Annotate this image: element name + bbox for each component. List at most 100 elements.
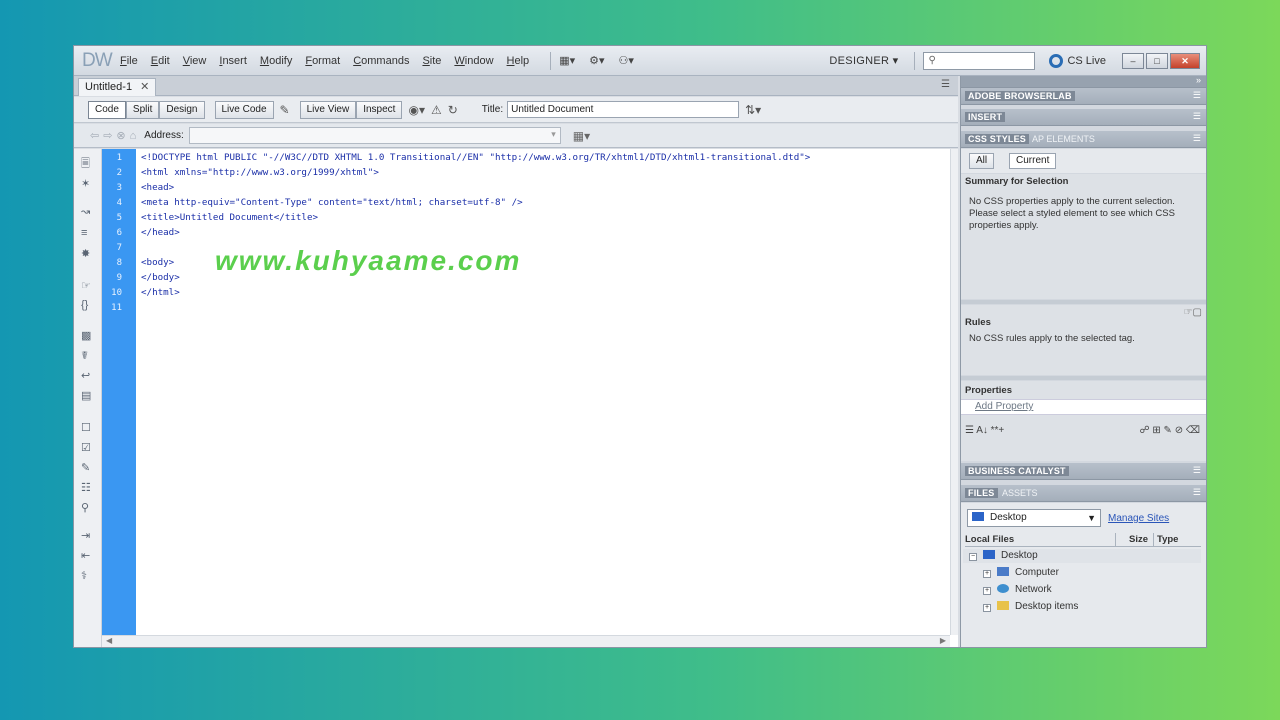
column-size[interactable]: Size — [1129, 534, 1148, 546]
code-line[interactable]: <head> — [141, 182, 174, 193]
settings-icon[interactable]: ⚙▾ — [589, 54, 604, 67]
remove-comment-icon[interactable]: ☑ — [81, 441, 91, 454]
panel-menu-icon[interactable]: ☰ — [1193, 90, 1201, 101]
tree-item-desktop[interactable]: − Desktop — [969, 550, 1038, 561]
menu-window[interactable]: Window — [454, 55, 493, 67]
close-tab-icon[interactable]: ✕ — [140, 81, 149, 93]
panel-collapse-bar[interactable]: » — [961, 75, 1206, 88]
outdent-icon[interactable]: ⇤ — [81, 549, 90, 562]
menu-modify[interactable]: Modify — [260, 55, 292, 67]
tab-files[interactable]: FILES — [965, 488, 998, 498]
wrap-tag-icon[interactable]: ✎ — [81, 461, 90, 474]
indent-icon[interactable]: ⇥ — [81, 529, 90, 542]
panel-menu-icon[interactable]: ☰ — [1193, 465, 1201, 476]
code-line[interactable]: </body> — [141, 272, 180, 283]
collapse-selection-icon[interactable]: ≡ — [81, 227, 87, 239]
panel-menu-icon[interactable]: ☰ — [1193, 111, 1201, 122]
collapse-tag-icon[interactable]: ↝ — [81, 205, 90, 218]
back-forward-icons[interactable]: ⇦⇨⊗⌂ — [90, 129, 140, 142]
inspect-button[interactable]: Inspect — [356, 100, 403, 119]
property-view-icons[interactable]: ☰ A↓ **+ — [965, 425, 1004, 436]
site-icon[interactable]: ⚇▾ — [619, 54, 634, 67]
code-line[interactable]: </html> — [141, 287, 180, 298]
tab-assets[interactable]: ASSETS — [999, 488, 1041, 498]
show-code-navigator-icon[interactable]: ✶ — [81, 177, 90, 190]
tab-ap-elements[interactable]: AP ELEMENTS — [1029, 134, 1098, 144]
select-parent-tag-icon[interactable]: ☞ — [81, 279, 91, 292]
recent-snippets-icon[interactable]: ☷ — [81, 481, 91, 494]
column-type[interactable]: Type — [1157, 534, 1178, 546]
menu-insert[interactable]: Insert — [219, 55, 247, 67]
check-page-icon[interactable]: ⚠ — [431, 103, 442, 117]
code-view[interactable]: 🗏 ✶ ↝ ≡ ✸ ☞ {} ▩ ☤ ↩ ▤ ☐ ☑ ✎ ☷ ⚲ ⇥ ⇤ ⚕ 1… — [74, 149, 958, 647]
menu-view[interactable]: View — [183, 55, 207, 67]
vertical-scrollbar[interactable] — [950, 149, 958, 635]
split-view-button[interactable]: Split — [125, 100, 160, 119]
browser-preview-icon[interactable]: ◉▾ — [408, 103, 425, 117]
css-action-icons[interactable]: ☍ ⊞ ✎ ⊘ ⌫ — [1139, 425, 1200, 436]
css-all-button[interactable]: All — [969, 153, 995, 169]
site-select[interactable]: Desktop ▼ — [967, 509, 1101, 527]
layout-icon[interactable]: ▦▾ — [559, 54, 575, 67]
browserlab-panel-header[interactable]: ADOBE BROWSERLAB ☰ — [961, 88, 1206, 105]
syntax-coloring-icon[interactable]: ▤ — [81, 389, 91, 402]
tree-item-network[interactable]: + Network — [983, 584, 1052, 595]
visual-aids-icon[interactable]: ▦▾ — [573, 129, 590, 143]
filter-icon[interactable]: ☰ — [941, 79, 950, 90]
format-source-icon[interactable]: ⚕ — [81, 569, 87, 582]
scroll-left-icon[interactable]: ◀ — [106, 636, 112, 645]
menu-file[interactable]: File — [120, 55, 138, 67]
cslive-button[interactable]: CS Live — [1049, 53, 1106, 68]
code-nav-icon[interactable]: ✎ — [280, 103, 290, 117]
close-button[interactable]: ✕ — [1170, 52, 1200, 69]
title-input[interactable]: Untitled Document — [507, 101, 740, 118]
live-code-button[interactable]: Live Code — [214, 100, 274, 119]
panel-menu-icon[interactable]: ☰ — [1193, 487, 1201, 498]
insert-panel-header[interactable]: INSERT ☰ — [961, 109, 1206, 126]
css-current-button[interactable]: Current — [1009, 153, 1057, 169]
code-line[interactable]: <title>Untitled Document</title> — [141, 212, 318, 223]
line-numbers-icon[interactable]: ▩ — [81, 329, 91, 342]
horizontal-scrollbar[interactable]: ◀ ▶ — [102, 635, 950, 647]
refresh-icon[interactable]: ↻ — [448, 103, 458, 117]
highlight-invalid-icon[interactable]: ☤ — [81, 349, 88, 362]
word-wrap-icon[interactable]: ↩ — [81, 369, 90, 382]
panel-menu-icon[interactable]: ☰ — [1193, 133, 1201, 144]
menu-commands[interactable]: Commands — [353, 55, 409, 67]
code-line[interactable]: <!DOCTYPE html PUBLIC "-//W3C//DTD XHTML… — [141, 152, 810, 163]
document-tab[interactable]: Untitled-1 ✕ — [78, 78, 157, 96]
code-line[interactable]: </head> — [141, 227, 180, 238]
move-css-icon[interactable]: ⚲ — [81, 501, 89, 514]
maximize-button[interactable]: □ — [1146, 52, 1168, 69]
live-view-button[interactable]: Live View — [299, 100, 357, 119]
apply-comment-icon[interactable]: ☐ — [81, 421, 91, 434]
code-line[interactable]: <meta http-equiv="Content-Type" content=… — [141, 197, 523, 208]
expand-all-icon[interactable]: ✸ — [81, 247, 90, 260]
open-documents-icon[interactable]: 🗏 — [81, 155, 90, 174]
code-line[interactable]: <html xmlns="http://www.w3.org/1999/xhtm… — [141, 167, 379, 178]
design-view-button[interactable]: Design — [159, 100, 205, 119]
collapse-icon[interactable]: » — [1196, 75, 1201, 85]
splitter[interactable] — [961, 300, 1206, 304]
add-property-link[interactable]: Add Property — [975, 401, 1033, 412]
minimize-button[interactable]: – — [1122, 52, 1144, 69]
scroll-right-icon[interactable]: ▶ — [940, 636, 946, 645]
menu-site[interactable]: Site — [422, 55, 441, 67]
workspace-switcher[interactable]: DESIGNER ▾ — [829, 54, 898, 67]
code-line[interactable]: <body> — [141, 257, 174, 268]
tab-css-styles[interactable]: CSS STYLES — [965, 134, 1030, 144]
business-catalyst-header[interactable]: BUSINESS CATALYST ☰ — [961, 463, 1206, 480]
manage-sites-link[interactable]: Manage Sites — [1108, 513, 1169, 524]
code-view-button[interactable]: Code — [88, 100, 126, 119]
search-input[interactable]: ⚲ — [923, 51, 1036, 70]
balance-braces-icon[interactable]: {} — [81, 299, 88, 311]
column-local-files[interactable]: Local Files — [965, 534, 1014, 546]
menu-edit[interactable]: Edit — [151, 55, 170, 67]
tree-item-computer[interactable]: + Computer — [983, 567, 1059, 578]
file-management-icon[interactable]: ⇅▾ — [745, 103, 761, 117]
address-input[interactable]: ▾ — [188, 127, 561, 144]
tree-item-desktop-items[interactable]: + Desktop items — [983, 601, 1078, 612]
menu-format[interactable]: Format — [305, 55, 340, 67]
rules-view-icons[interactable]: ☞▢ — [1184, 307, 1202, 318]
menu-help[interactable]: Help — [507, 55, 530, 67]
